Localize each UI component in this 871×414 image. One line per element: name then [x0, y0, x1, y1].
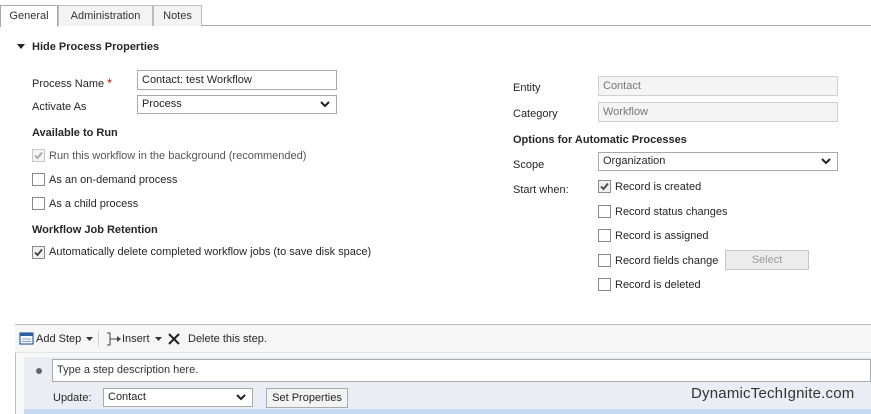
activate-as-select[interactable]: Process	[137, 95, 337, 114]
update-label: Update:	[53, 392, 92, 404]
start-when-label: Start when:	[513, 184, 569, 196]
activate-as-label: Activate As	[32, 101, 87, 113]
step-bullet-icon	[36, 368, 42, 374]
dropdown-arrow-icon	[154, 336, 162, 341]
entity-field: Contact	[598, 76, 838, 96]
set-properties-button[interactable]: Set Properties	[266, 388, 348, 408]
background-checkbox[interactable]	[32, 149, 45, 162]
record-fields-label: Record fields change	[615, 255, 719, 267]
on-demand-checkbox[interactable]	[32, 173, 45, 186]
background-option-label: Run this workflow in the background (rec…	[49, 150, 307, 162]
scope-select[interactable]: Organization	[598, 152, 838, 171]
record-created-label: Record is created	[615, 181, 702, 193]
watermark-text: DynamicTechIgnite.com	[691, 385, 855, 402]
required-marker: *	[107, 76, 112, 90]
retention-heading: Workflow Job Retention	[32, 224, 158, 236]
select-fields-button[interactable]: Select	[725, 250, 809, 270]
auto-delete-option-label: Automatically delete completed workflow …	[49, 246, 372, 258]
entity-label: Entity	[513, 82, 541, 94]
child-process-option-label: As a child process	[49, 198, 139, 210]
insert-button[interactable]: Insert	[122, 333, 162, 345]
record-deleted-checkbox[interactable]	[598, 278, 611, 291]
record-status-label: Record status changes	[615, 206, 728, 218]
category-label: Category	[513, 108, 558, 120]
dropdown-arrow-icon	[86, 336, 94, 341]
step-row-highlight	[24, 409, 871, 414]
tab-administration[interactable]: Administration	[58, 5, 153, 26]
add-step-button[interactable]: Add Step	[36, 333, 94, 345]
update-entity-select[interactable]: Contact	[103, 388, 253, 407]
insert-icon[interactable]	[105, 331, 123, 347]
available-to-run-heading: Available to Run	[32, 127, 118, 139]
record-status-checkbox[interactable]	[598, 205, 611, 218]
record-created-checkbox[interactable]	[598, 180, 611, 193]
chevron-down-icon	[821, 158, 831, 165]
chevron-down-icon	[236, 394, 246, 401]
delete-step-button[interactable]: Delete this step.	[188, 333, 267, 345]
tab-bar: General Administration Notes	[0, 0, 871, 27]
section-title[interactable]: Hide Process Properties	[32, 41, 159, 53]
scope-label: Scope	[513, 159, 545, 171]
record-fields-checkbox[interactable]	[598, 254, 611, 267]
tab-notes[interactable]: Notes	[153, 5, 202, 26]
add-step-icon[interactable]	[19, 332, 35, 346]
child-process-checkbox[interactable]	[32, 197, 45, 210]
step-description-input[interactable]: Type a step description here.	[52, 359, 871, 382]
record-deleted-label: Record is deleted	[615, 279, 701, 291]
toolbar-divider	[98, 331, 99, 347]
on-demand-option-label: As an on-demand process	[49, 174, 178, 186]
auto-delete-checkbox[interactable]	[32, 246, 45, 259]
collapse-arrow-icon[interactable]	[16, 41, 26, 51]
chevron-down-icon	[320, 101, 330, 108]
tab-general[interactable]: General	[0, 5, 58, 27]
record-assigned-label: Record is assigned	[615, 230, 709, 242]
options-heading: Options for Automatic Processes	[513, 134, 687, 146]
category-field: Workflow	[598, 102, 838, 122]
record-assigned-checkbox[interactable]	[598, 229, 611, 242]
process-name-field[interactable]: Contact: test Workflow	[137, 70, 337, 90]
process-name-label: Process Name *	[32, 76, 112, 90]
delete-icon[interactable]	[167, 332, 181, 346]
